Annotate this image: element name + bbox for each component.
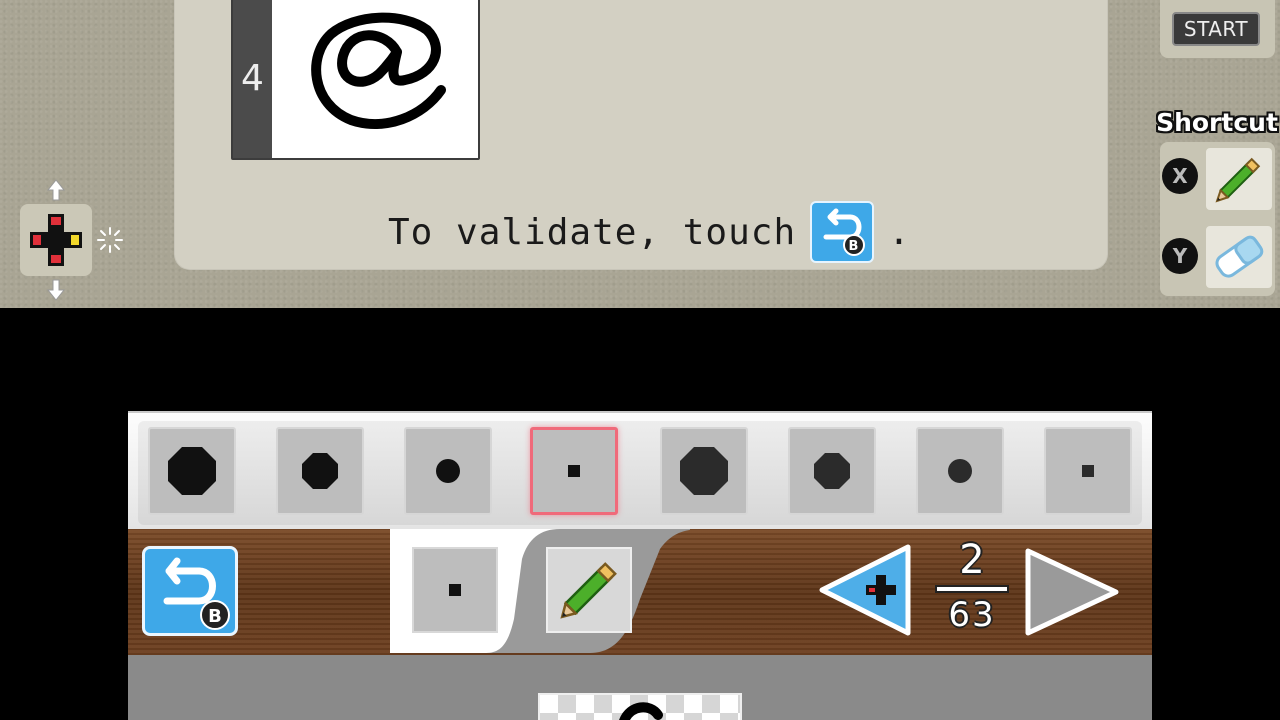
page-total: 63 (948, 595, 996, 635)
brush-octagon-medium-icon (814, 453, 850, 489)
next-page-button[interactable] (1022, 547, 1120, 637)
dpad-indicator[interactable] (20, 204, 92, 276)
sparkle-icon (97, 227, 123, 253)
drawing-canvas[interactable] (538, 693, 742, 720)
sample-index: 4 (233, 0, 272, 158)
current-tool-pencil[interactable] (546, 547, 632, 633)
pencil-icon (560, 562, 617, 619)
tool-tray (390, 529, 690, 653)
current-brush-preview[interactable] (412, 547, 498, 633)
brush-circle-small-icon (948, 459, 972, 483)
brush-circle-small-icon (436, 459, 460, 483)
start-button[interactable]: START (1172, 12, 1260, 46)
arrow-up-icon (46, 179, 66, 201)
top-screen: 4 To validate, touch B . START Shortcut … (0, 0, 1280, 308)
pencil-icon (1215, 157, 1261, 203)
arrow-down-icon (46, 279, 66, 301)
page-current: 2 (959, 537, 985, 583)
validate-instruction: To validate, touch B . (388, 201, 911, 263)
brush-octagon-large-icon (680, 447, 728, 495)
shortcut-title: Shortcut (1156, 108, 1278, 137)
page-divider (937, 587, 1007, 591)
page-counter: 2 63 (936, 535, 1008, 643)
toolbar: B 2 63 (128, 529, 1152, 655)
character-sample-frame: 4 (231, 0, 480, 160)
brush-octagon-large-icon (168, 447, 216, 495)
brush-size-7[interactable] (916, 427, 1004, 515)
instruction-period: . (888, 211, 911, 253)
eraser-icon (1215, 235, 1264, 278)
undo-b-icon: B (810, 201, 875, 263)
y-button-icon: Y (1162, 238, 1198, 274)
bottom-screen: B 2 63 (128, 411, 1152, 720)
handwritten-at-sign-icon (272, 0, 478, 158)
prev-page-button[interactable] (818, 543, 916, 637)
drawing-canvas-area (128, 655, 1152, 720)
brush-size-8[interactable] (1044, 427, 1132, 515)
shortcut-pencil[interactable] (1206, 148, 1272, 210)
brush-square-tiny-icon (568, 465, 580, 477)
undo-arrow-icon: B (163, 557, 230, 630)
back-button[interactable]: B (142, 546, 238, 636)
brush-square-tiny-icon (1082, 465, 1094, 477)
shortcut-eraser[interactable] (1206, 226, 1272, 288)
brush-size-3[interactable] (404, 427, 492, 515)
brush-size-5[interactable] (660, 427, 748, 515)
brush-size-1[interactable] (148, 427, 236, 515)
brush-size-2[interactable] (276, 427, 364, 515)
dpad-icon (30, 214, 82, 266)
brush-size-6[interactable] (788, 427, 876, 515)
instruction-text: To validate, touch (388, 211, 797, 253)
brush-square-tiny-icon (449, 584, 461, 596)
x-button-icon: X (1162, 158, 1198, 194)
brush-size-bar (128, 411, 1152, 529)
canvas-stroke-icon (619, 702, 663, 720)
undo-badge-letter: B (849, 239, 860, 254)
back-badge-letter: B (208, 606, 222, 627)
brush-size-4[interactable] (530, 427, 618, 515)
brush-octagon-medium-icon (302, 453, 338, 489)
